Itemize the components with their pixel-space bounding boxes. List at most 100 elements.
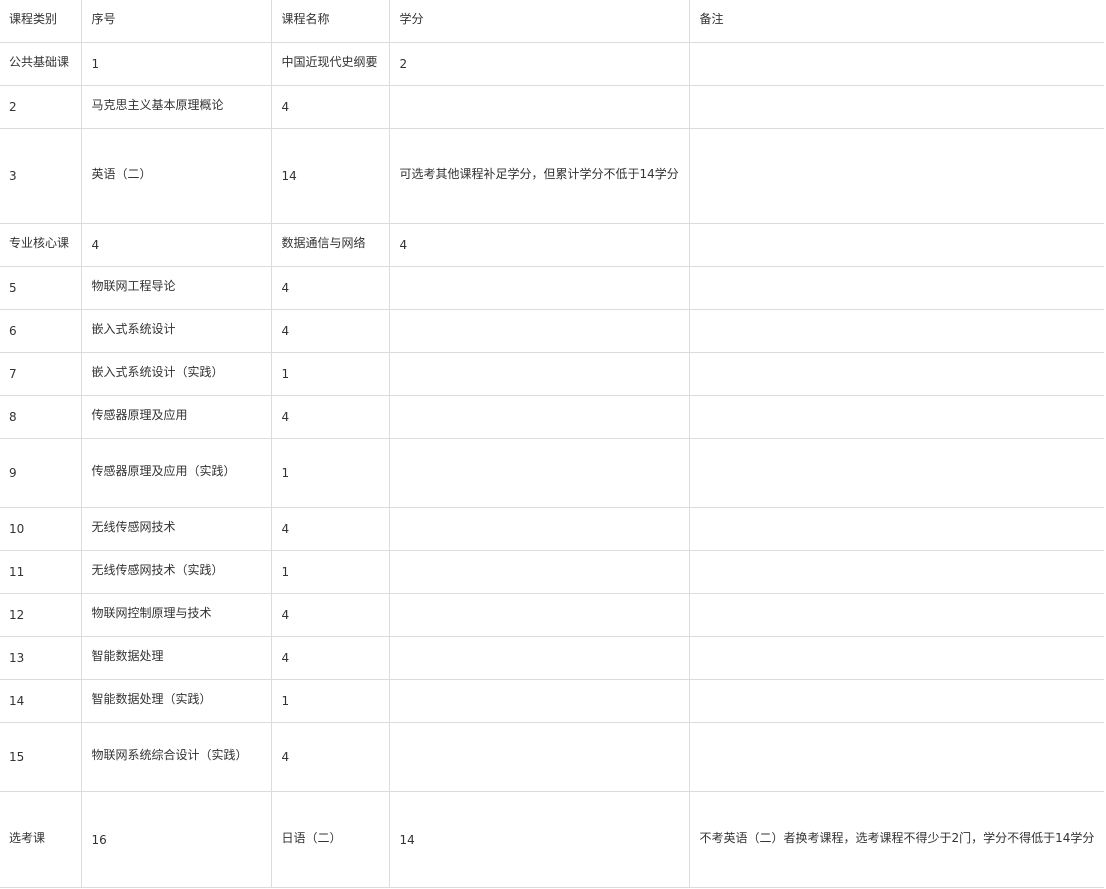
table-row: 专业核心课 4 数据通信与网络 4 (0, 221, 1104, 267)
table-cell: 2 (388, 42, 690, 86)
table-cell (688, 438, 1104, 508)
table-cell: 14 (270, 128, 390, 224)
table-cell: 物联网控制原理与技术 (80, 591, 272, 635)
table-cell (688, 507, 1104, 551)
table-cell: 物联网系统综合设计（实践） (80, 720, 272, 790)
table-cell: 无线传感网技术 (80, 505, 272, 549)
table-cell: 10 (0, 507, 82, 551)
table-cell: 9 (0, 438, 82, 508)
table-cell (388, 352, 690, 396)
table-cell: 传感器原理及应用 (80, 393, 272, 437)
table-cell: 4 (388, 223, 690, 267)
table-row: 10 无线传感网技术 4 (0, 505, 1104, 551)
table-row: 13 智能数据处理 4 (0, 634, 1104, 680)
table-row: 8 传感器原理及应用 4 (0, 393, 1104, 439)
table-cell: 3 (0, 128, 82, 224)
table-cell: 无线传感网技术（实践） (80, 548, 272, 592)
table-row: 选考课 16 日语（二） 14 不考英语（二）者换考课程，选考课程不得少于2门，… (0, 789, 1104, 888)
table-cell: 专业核心课 (0, 221, 82, 265)
table-cell: 公共基础课 (0, 40, 82, 84)
header-cell: 序号 (80, 0, 272, 41)
table-cell (388, 438, 690, 508)
table-cell: 嵌入式系统设计 (80, 307, 272, 351)
table-cell (688, 352, 1104, 396)
table-cell: 4 (270, 309, 390, 353)
table-cell: 4 (270, 722, 390, 792)
table-cell: 5 (0, 266, 82, 310)
table-cell (688, 550, 1104, 594)
table-cell: 8 (0, 395, 82, 439)
table-cell: 可选考其他课程补足学分，但累计学分不低于14学分 (388, 126, 690, 222)
table-cell: 1 (270, 438, 390, 508)
table-cell: 1 (270, 550, 390, 594)
table-cell: 1 (270, 679, 390, 723)
table-row: 公共基础课 1 中国近现代史纲要 2 (0, 40, 1104, 86)
table-cell: 4 (270, 85, 390, 129)
table-cell: 13 (0, 636, 82, 680)
table-cell: 4 (270, 593, 390, 637)
table-header-row: 课程类别 序号 课程名称 学分 备注 (0, 0, 1104, 43)
table-cell (688, 42, 1104, 86)
table-row: 14 智能数据处理（实践） 1 (0, 677, 1104, 723)
table-cell (688, 636, 1104, 680)
table-cell: 4 (270, 507, 390, 551)
table-cell: 传感器原理及应用（实践） (80, 436, 272, 506)
table-cell: 1 (80, 42, 272, 86)
table-cell: 7 (0, 352, 82, 396)
table-row: 11 无线传感网技术（实践） 1 (0, 548, 1104, 594)
table-row: 6 嵌入式系统设计 4 (0, 307, 1104, 353)
table-row: 7 嵌入式系统设计（实践） 1 (0, 350, 1104, 396)
table-cell (688, 722, 1104, 792)
table-cell: 12 (0, 593, 82, 637)
table-cell (388, 266, 690, 310)
table-cell (688, 85, 1104, 129)
table-cell (388, 722, 690, 792)
table-cell: 14 (0, 679, 82, 723)
table-cell (388, 85, 690, 129)
table-cell: 4 (80, 223, 272, 267)
table-cell: 4 (270, 266, 390, 310)
header-cell: 课程名称 (270, 0, 390, 41)
table-cell (688, 395, 1104, 439)
table-cell (388, 636, 690, 680)
table-cell (388, 507, 690, 551)
table-cell: 14 (388, 791, 690, 888)
table-cell: 物联网工程导论 (80, 264, 272, 308)
table-cell: 11 (0, 550, 82, 594)
table-cell: 英语（二） (80, 126, 272, 222)
table-cell (688, 679, 1104, 723)
table-cell: 选考课 (0, 789, 82, 886)
table-cell: 中国近现代史纲要 (270, 40, 390, 84)
table-cell (688, 128, 1104, 224)
table-cell: 智能数据处理 (80, 634, 272, 678)
table-row: 5 物联网工程导论 4 (0, 264, 1104, 310)
table-cell: 日语（二） (270, 789, 390, 886)
table-cell: 嵌入式系统设计（实践） (80, 350, 272, 394)
header-cell: 备注 (688, 0, 1104, 41)
course-table: 课程类别 序号 课程名称 学分 备注 公共基础课 1 中国近现代史纲要 2 2 … (0, 0, 1104, 888)
table-cell: 4 (270, 636, 390, 680)
table-cell: 4 (270, 395, 390, 439)
header-cell: 课程类别 (0, 0, 82, 41)
table-cell (388, 309, 690, 353)
table-row: 2 马克思主义基本原理概论 4 (0, 83, 1104, 129)
table-cell (688, 593, 1104, 637)
table-cell: 智能数据处理（实践） (80, 677, 272, 721)
table-cell (388, 395, 690, 439)
table-row: 15 物联网系统综合设计（实践） 4 (0, 720, 1104, 792)
table-row: 9 传感器原理及应用（实践） 1 (0, 436, 1104, 508)
table-row: 12 物联网控制原理与技术 4 (0, 591, 1104, 637)
table-cell (688, 223, 1104, 267)
table-cell: 15 (0, 722, 82, 792)
table-cell: 1 (270, 352, 390, 396)
table-cell: 马克思主义基本原理概论 (80, 83, 272, 127)
table-cell (388, 550, 690, 594)
table-cell: 不考英语（二）者换考课程，选考课程不得少于2门，学分不得低于14学分 (688, 789, 1104, 886)
header-cell: 学分 (388, 0, 690, 41)
table-cell (688, 266, 1104, 310)
table-cell (688, 309, 1104, 353)
table-cell: 数据通信与网络 (270, 221, 390, 265)
table-cell: 2 (0, 85, 82, 129)
table-cell: 6 (0, 309, 82, 353)
table-cell (388, 679, 690, 723)
